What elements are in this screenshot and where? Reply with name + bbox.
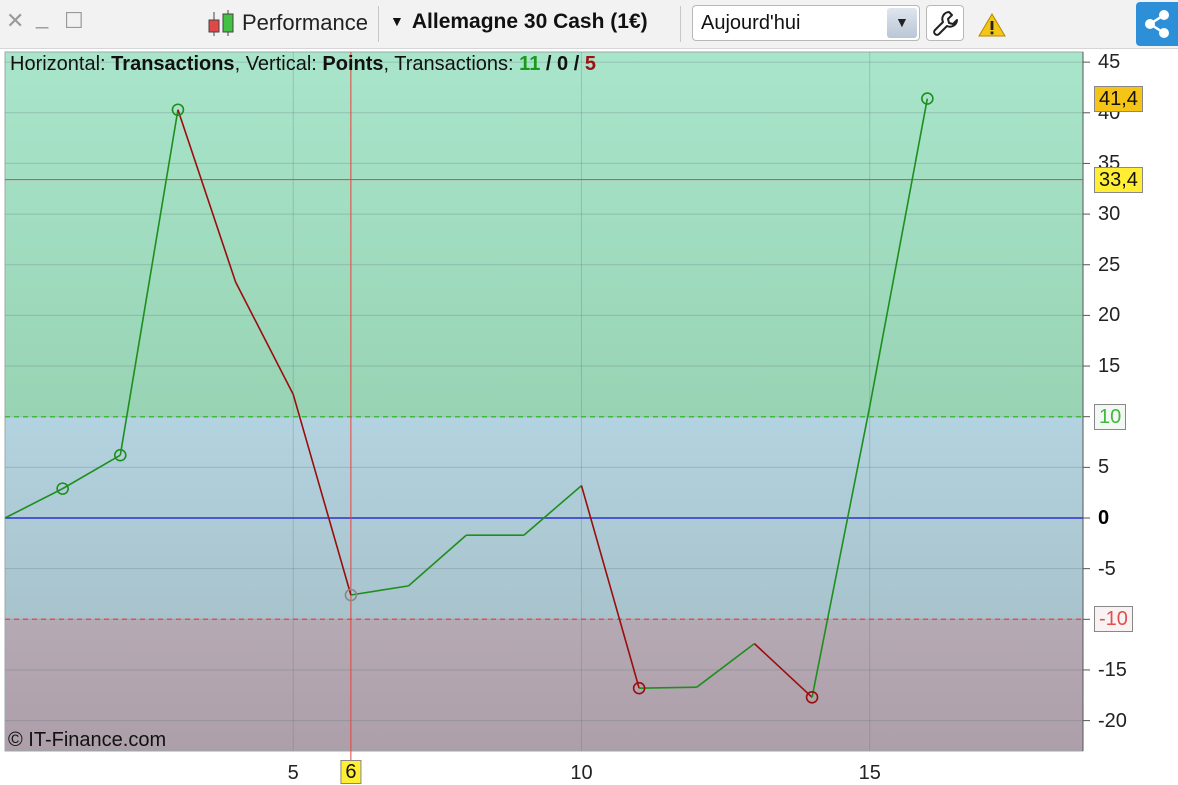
y-tick-label: 30 (1098, 203, 1121, 226)
share-button[interactable] (1136, 2, 1178, 46)
warning-icon[interactable] (978, 12, 1006, 38)
winning-transactions-count: 11 (519, 53, 541, 75)
copyright-text: © IT-Finance.com (8, 729, 167, 751)
vertical-label: Vertical: (245, 53, 317, 75)
x-tick-label: 10 (570, 762, 593, 784)
toolbar-divider (378, 6, 379, 42)
wrench-icon (933, 11, 958, 36)
vertical-value: Points (322, 53, 384, 75)
period-dropdown-button[interactable]: ▼ (887, 8, 917, 38)
y-tick-label: -20 (1098, 709, 1127, 732)
x-tick-label: 5 (287, 762, 299, 784)
y-tick-label: -5 (1098, 557, 1116, 580)
maximize-icon[interactable]: ☐ (64, 10, 84, 32)
neutral-transactions-count: 0 (557, 53, 569, 75)
x-tick-label: 15 (858, 762, 881, 784)
horizontal-label: Horizontal: (10, 53, 106, 75)
cursor-x-label: 6 (340, 760, 362, 784)
gain-segment (639, 686, 697, 689)
y-tick-label: 45 (1098, 51, 1121, 74)
chevron-down-icon: ▼ (895, 14, 909, 30)
y-tick-label: -15 (1098, 658, 1127, 681)
cursor-value-label: 33,4 (1094, 166, 1143, 193)
transactions-label: Transactions: (394, 53, 514, 75)
minimize-icon[interactable]: _ (36, 6, 48, 28)
upper-threshold-label: 10 (1094, 403, 1127, 430)
instrument-name: Allemagne 30 Cash (1€) (411, 10, 648, 33)
last-value-label: 41,4 (1094, 85, 1143, 112)
loss-zone (5, 619, 1083, 751)
dropdown-arrow-icon: ▼ (390, 13, 404, 29)
settings-button[interactable] (926, 5, 964, 41)
y-tick-label: 15 (1098, 355, 1121, 378)
toolbar: ✕ _ ☐ Performance ▼ Allemagne 30 Cash (1€… (0, 0, 1178, 49)
chart-info-line: Horizontal: Transactions, Vertical: Poin… (10, 53, 596, 75)
period-select[interactable]: Aujourd'hui ▼ (692, 5, 920, 41)
horizontal-value: Transactions (111, 53, 235, 75)
performance-chart[interactable]: Horizontal: Transactions, Vertical: Poin… (0, 48, 1178, 784)
y-tick-label: 0 (1098, 507, 1110, 529)
share-icon (1145, 10, 1169, 38)
losing-transactions-count: 5 (584, 53, 596, 75)
chart-canvas (4, 51, 1090, 779)
close-icon[interactable]: ✕ (6, 10, 24, 32)
candlestick-icon (208, 10, 234, 36)
period-value: Aujourd'hui (701, 12, 801, 34)
window-title: Performance (242, 10, 368, 35)
lower-threshold-label: -10 (1094, 606, 1133, 633)
y-tick-label: 20 (1098, 304, 1121, 327)
toolbar-divider (680, 6, 681, 42)
y-tick-label: 5 (1098, 456, 1110, 479)
gain-zone (5, 52, 1083, 417)
y-tick-label: 25 (1098, 253, 1121, 276)
instrument-selector[interactable]: ▼ Allemagne 30 Cash (1€) (390, 10, 648, 34)
